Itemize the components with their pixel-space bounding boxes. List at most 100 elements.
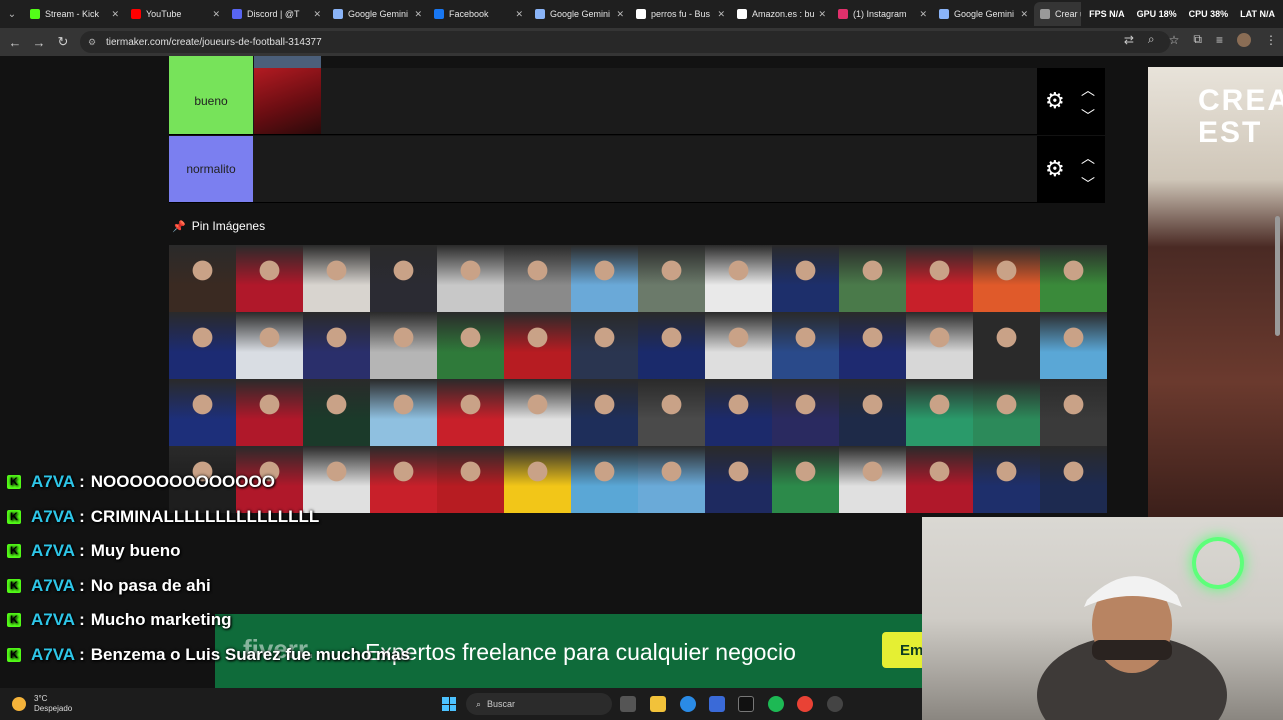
player-image[interactable] (437, 245, 504, 312)
player-image[interactable] (973, 446, 1040, 513)
player-image[interactable] (638, 446, 705, 513)
player-image[interactable] (571, 312, 638, 379)
player-image[interactable] (839, 379, 906, 446)
player-image[interactable] (906, 312, 973, 379)
back-icon[interactable]: ← (3, 30, 27, 54)
close-tab-icon[interactable]: ✕ (717, 9, 725, 20)
close-tab-icon[interactable]: ✕ (414, 9, 422, 20)
player-image[interactable] (973, 312, 1040, 379)
player-image[interactable] (504, 245, 571, 312)
store-icon[interactable] (709, 696, 725, 712)
gear-icon[interactable]: ⚙ (1045, 158, 1067, 180)
player-image[interactable] (169, 379, 236, 446)
browser-tab[interactable]: Google Gemini ✕ (327, 2, 428, 26)
browser-tab[interactable]: Stream - Kick ✕ (24, 2, 125, 26)
advertisement[interactable]: CREA EST (1148, 67, 1283, 517)
task-view-icon[interactable] (620, 696, 636, 712)
tier-image-partial[interactable] (254, 56, 321, 68)
chrome-icon[interactable] (797, 696, 813, 712)
player-image[interactable] (973, 245, 1040, 312)
spotify-icon[interactable] (768, 696, 784, 712)
weather-widget[interactable]: 3°C Despejado (12, 694, 72, 714)
edge-icon[interactable] (680, 696, 696, 712)
tier-player-image[interactable] (254, 68, 321, 134)
chevron-up-icon[interactable]: ︿ (1081, 80, 1095, 100)
player-image[interactable] (370, 245, 437, 312)
close-tab-icon[interactable]: ✕ (616, 9, 624, 20)
player-image[interactable] (236, 379, 303, 446)
forward-icon[interactable]: → (27, 30, 51, 54)
player-image[interactable] (638, 245, 705, 312)
bookmark-star-icon[interactable]: ☆ (1169, 33, 1180, 47)
browser-tab[interactable]: Google Gemini ✕ (933, 2, 1034, 26)
player-image[interactable] (638, 379, 705, 446)
player-image[interactable] (772, 245, 839, 312)
player-image[interactable] (906, 245, 973, 312)
player-image[interactable] (839, 446, 906, 513)
player-image[interactable] (772, 379, 839, 446)
extensions-icon[interactable]: ⧉ (1193, 32, 1202, 47)
close-tab-icon[interactable]: ✕ (212, 9, 220, 20)
address-input[interactable]: ⚙ tiermaker.com/create/joueurs-de-footba… (80, 31, 1170, 53)
close-tab-icon[interactable]: ✕ (111, 9, 119, 20)
zoom-icon[interactable]: ⌕ (1148, 32, 1155, 47)
close-tab-icon[interactable]: ✕ (313, 9, 321, 20)
site-info-icon[interactable]: ⚙ (88, 37, 98, 47)
browser-tab[interactable]: Discord | @T ✕ (226, 2, 327, 26)
profile-avatar[interactable] (1237, 32, 1251, 47)
player-image[interactable] (571, 446, 638, 513)
player-image[interactable] (303, 379, 370, 446)
close-tab-icon[interactable]: ✕ (515, 9, 523, 20)
chevron-down-icon[interactable]: ﹀ (1081, 174, 1095, 194)
player-image[interactable] (839, 245, 906, 312)
player-image[interactable] (169, 312, 236, 379)
chevron-up-icon[interactable]: ︿ (1081, 148, 1095, 168)
media-icon[interactable]: ≡ (1216, 33, 1223, 47)
close-tab-icon[interactable]: ✕ (919, 9, 927, 20)
player-image[interactable] (705, 245, 772, 312)
browser-tab[interactable]: Facebook ✕ (428, 2, 529, 26)
gear-icon[interactable]: ⚙ (1045, 90, 1067, 112)
player-image[interactable] (839, 312, 906, 379)
player-image[interactable] (571, 245, 638, 312)
player-image[interactable] (638, 312, 705, 379)
close-tab-icon[interactable]: ✕ (1020, 9, 1028, 20)
player-image[interactable] (705, 446, 772, 513)
player-image[interactable] (1040, 312, 1107, 379)
player-image[interactable] (236, 312, 303, 379)
player-image[interactable] (303, 312, 370, 379)
player-image[interactable] (772, 312, 839, 379)
scrollbar-thumb[interactable] (1275, 216, 1280, 336)
player-image[interactable] (571, 379, 638, 446)
browser-tab[interactable]: Google Gemini ✕ (529, 2, 630, 26)
menu-icon[interactable]: ⋮ (1265, 33, 1277, 47)
player-image[interactable] (906, 379, 973, 446)
player-image[interactable] (973, 379, 1040, 446)
browser-tab[interactable]: (1) Instagram ✕ (832, 2, 933, 26)
player-image[interactable] (1040, 379, 1107, 446)
player-image[interactable] (705, 312, 772, 379)
player-image[interactable] (370, 379, 437, 446)
player-image[interactable] (1040, 446, 1107, 513)
chevron-down-icon[interactable]: ﹀ (1081, 106, 1095, 126)
close-tab-icon[interactable]: ✕ (818, 9, 826, 20)
player-image[interactable] (906, 446, 973, 513)
player-image[interactable] (772, 446, 839, 513)
player-image[interactable] (169, 245, 236, 312)
translate-icon[interactable]: ⇄ (1124, 33, 1134, 47)
tab-search-icon[interactable]: ⌄ (0, 0, 24, 28)
player-image[interactable] (437, 379, 504, 446)
browser-tab[interactable]: YouTube ✕ (125, 2, 226, 26)
player-image[interactable] (504, 379, 571, 446)
pin-images-heading[interactable]: 📌 Pin Imágenes (172, 219, 265, 233)
app-y-icon[interactable] (738, 696, 754, 712)
player-image[interactable] (504, 312, 571, 379)
player-image[interactable] (705, 379, 772, 446)
player-image[interactable] (1040, 245, 1107, 312)
browser-tab[interactable]: perros fu - Bus ✕ (630, 2, 731, 26)
player-image[interactable] (370, 312, 437, 379)
browser-tab[interactable]: Amazon.es : bu ✕ (731, 2, 832, 26)
reload-icon[interactable]: ↻ (51, 30, 75, 54)
player-image[interactable] (303, 245, 370, 312)
tier-label-normalito[interactable]: normalito (169, 136, 253, 202)
